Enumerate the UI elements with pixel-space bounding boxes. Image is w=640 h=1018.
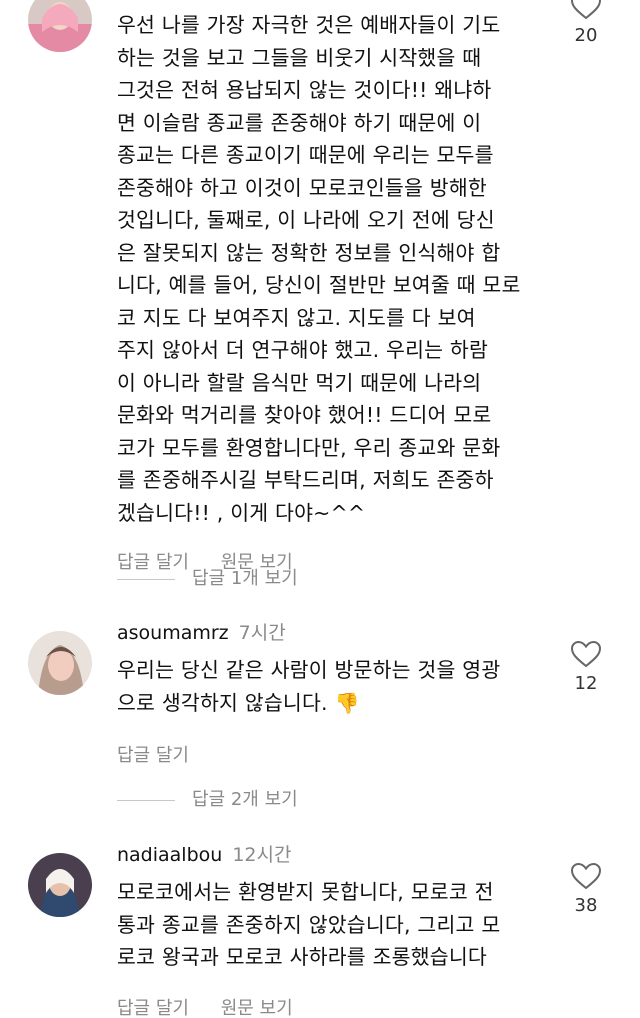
avatar-image [28, 631, 92, 695]
avatar[interactable] [28, 853, 92, 917]
heart-outline-icon[interactable] [570, 640, 602, 668]
like-control: 20 [566, 0, 606, 48]
username-link[interactable]: nadiaalbou [117, 844, 222, 866]
replies-divider [117, 800, 175, 801]
avatar-image [28, 853, 92, 917]
timestamp: 12시간 [232, 844, 292, 866]
like-count: 20 [574, 25, 598, 46]
like-count: 38 [574, 895, 598, 916]
like-control: 12 [566, 640, 606, 696]
view-replies-button[interactable]: 답글 1개 보기 [117, 566, 417, 592]
username-link[interactable]: asoumamrz [117, 622, 229, 644]
heart-outline-icon[interactable] [570, 862, 602, 890]
like-control: 38 [566, 862, 606, 918]
avatar[interactable] [28, 631, 92, 695]
comment-actions: 답글 달기 원문 보기 [117, 996, 557, 1018]
reply-button[interactable]: 답글 달기 [117, 743, 189, 769]
replies-divider [117, 579, 175, 580]
avatar-image [28, 0, 92, 52]
avatar[interactable] [28, 0, 92, 52]
comment-text-body: 우리는 당신 같은 사람이 방문하는 것을 영광 으로 생각하지 않습니다. [117, 658, 501, 715]
heart-outline-icon[interactable] [570, 0, 602, 20]
comment-text: 우리는 당신 같은 사람이 방문하는 것을 영광 으로 생각하지 않습니다. 👎 [117, 654, 557, 720]
comment-meta: asoumamrz 7시간 [117, 620, 557, 646]
thumbs-down-emoji: 👎 [334, 691, 360, 716]
reply-button[interactable]: 답글 달기 [117, 996, 189, 1018]
comment-actions: 답글 달기 [117, 743, 557, 769]
view-replies-label: 답글 1개 보기 [192, 568, 298, 589]
view-replies-label: 답글 2개 보기 [192, 789, 298, 810]
comment-meta: nadiaalbou 12시간 [117, 842, 557, 868]
timestamp: 7시간 [238, 622, 286, 644]
see-original-button[interactable]: 원문 보기 [221, 996, 293, 1018]
like-count: 12 [574, 673, 598, 694]
comment-text: 모로코에서는 환영받지 못합니다, 모로코 전 통과 종교를 존중하지 않았습니… [117, 880, 501, 969]
view-replies-button[interactable]: 답글 2개 보기 [117, 787, 417, 813]
comment-text: 우선 나를 가장 자극한 것은 예배자들이 기도 하는 것을 보고 그들을 비웃… [117, 13, 521, 525]
